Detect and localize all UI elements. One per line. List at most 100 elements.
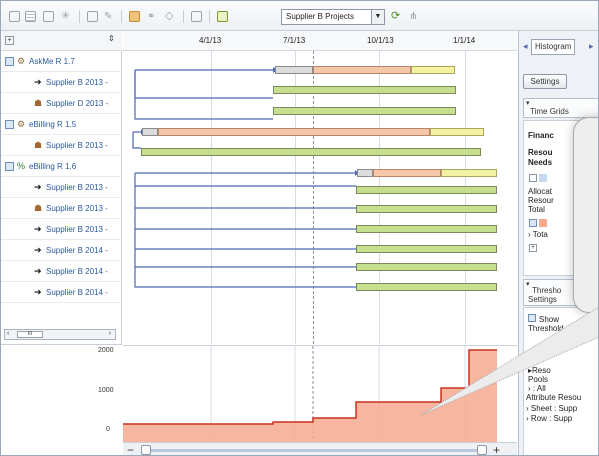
summary-bar-ebilling16-yellow[interactable]	[441, 169, 497, 177]
add-icon[interactable]: +	[529, 244, 537, 252]
tree-row[interactable]: ☗ Supplier B 2013 -	[1, 198, 122, 219]
tree-row[interactable]: ➔ Supplier B 2014 -	[1, 261, 122, 282]
histogram-left-blank	[1, 344, 122, 455]
tree-row[interactable]: ☗ Supplier B 2013 -	[1, 135, 122, 156]
summary-bar-ebilling15-salmon[interactable]	[158, 128, 430, 136]
hierarchy-icon[interactable]: ⋔	[409, 11, 420, 22]
tree-row[interactable]: ➔ Supplier B 2013 -	[1, 177, 122, 198]
arrow-icon: ➔	[34, 182, 42, 192]
slider-handle-left[interactable]	[141, 445, 151, 455]
diamond-icon[interactable]: ◇	[165, 11, 176, 22]
attribute-label: Attribute Resou	[526, 393, 582, 402]
resource-needs-label-2: Needs	[528, 158, 553, 167]
tree-row[interactable]: ⚙ AskMe R 1.7	[1, 51, 122, 72]
resource-needs-label: Resou	[528, 148, 553, 157]
task-bar[interactable]	[356, 186, 497, 194]
legend-swatch-grey[interactable]	[529, 174, 537, 182]
arrow-icon: ➔	[34, 224, 42, 234]
summary-bar-ebilling15-yellow[interactable]	[430, 128, 484, 136]
task-bar[interactable]	[273, 86, 456, 94]
allocated-label-3: Total	[528, 205, 545, 214]
collapse-icon[interactable]: ▾	[526, 280, 530, 288]
view-link[interactable]: › Vi	[528, 350, 540, 359]
sheet-label: › Sheet : Supp	[526, 404, 578, 413]
tree-row[interactable]: ➔ Supplier B 2013 -	[1, 219, 122, 240]
summary-bar-askme-yellow[interactable]	[411, 66, 455, 74]
show-threshold-checkbox[interactable]	[528, 314, 536, 322]
tab-histogram[interactable]: Histogram	[531, 39, 576, 55]
tab-scroll-left-icon[interactable]: ◂	[523, 41, 528, 52]
total-link[interactable]: › Tota	[528, 230, 548, 239]
tree-row-label: Supplier B 2014 -	[46, 288, 108, 297]
settings-button[interactable]: Settings	[523, 74, 567, 89]
histogram-y-tick: 1000	[98, 387, 114, 394]
tree-row-label: Supplier D 2013 -	[46, 99, 109, 108]
financial-label: Financ	[528, 131, 554, 140]
histogram-y-tick: 0	[106, 426, 110, 433]
scroll-thumb[interactable]: III	[17, 331, 43, 338]
scroll-thumb-label: III	[27, 331, 33, 337]
summary-bar-ebilling15[interactable]	[142, 128, 158, 136]
worker-icon: ☗	[34, 140, 43, 150]
tree-row-label: Supplier B 2013 -	[46, 204, 108, 213]
task-bar[interactable]	[141, 148, 481, 156]
grid-icon[interactable]	[25, 11, 36, 22]
row-checkbox[interactable]	[5, 57, 14, 66]
task-bar[interactable]	[356, 245, 497, 253]
horizontal-scrollbar[interactable]: ‹ III ›	[4, 329, 116, 340]
brush-icon[interactable]: ✎	[104, 11, 115, 22]
sort-icon[interactable]: ⇕	[108, 34, 115, 43]
tree-row[interactable]: % eBilling R 1.6	[1, 156, 122, 177]
summary-bar-askme-salmon[interactable]	[313, 66, 411, 74]
task-bar[interactable]	[356, 263, 497, 271]
task-bar[interactable]	[356, 225, 497, 233]
zoom-slider[interactable]: − +	[123, 442, 517, 455]
task-bar[interactable]	[356, 205, 497, 213]
columns-icon[interactable]	[87, 11, 98, 22]
time-grids-header[interactable]: ▾ Time Grids	[523, 98, 598, 118]
tree-row-label: eBilling R 1.5	[29, 120, 77, 129]
toolbar: ✳ ✎ ⚭ ◇ Supplier B Projects ▼ ⟳ ⋔	[1, 1, 598, 31]
row-checkbox[interactable]	[5, 120, 14, 129]
zoom-in-button[interactable]: +	[493, 443, 500, 455]
dependency-line	[134, 70, 273, 120]
tree-row[interactable]: ☗ Supplier D 2013 -	[1, 93, 122, 114]
highlight-icon[interactable]	[129, 11, 140, 22]
tab-scroll-right-icon[interactable]: ▸	[589, 41, 594, 52]
row-label: › Row : Supp	[526, 414, 573, 423]
tree-row[interactable]: ➔ Supplier B 2013 -	[1, 72, 122, 93]
tree-header: + ⇕	[1, 31, 122, 51]
slider-handle-right[interactable]	[477, 445, 487, 455]
dependency-line	[134, 70, 273, 99]
filter-icon[interactable]	[217, 11, 228, 22]
tree-row[interactable]: ⚙ eBilling R 1.5	[1, 114, 122, 135]
summary-bar-ebilling16[interactable]	[357, 169, 373, 177]
scroll-left-icon[interactable]: ‹	[7, 330, 9, 337]
allocated-label: Allocat	[528, 187, 553, 196]
scroll-right-icon[interactable]: ›	[109, 330, 111, 337]
zoom-out-button[interactable]: −	[127, 443, 134, 455]
summary-bar-askme[interactable]	[275, 66, 313, 74]
page-icon[interactable]	[191, 11, 202, 22]
chart-icon[interactable]	[43, 11, 54, 22]
resource-pools-label-2: Pools	[528, 375, 549, 384]
star-icon[interactable]: ✳	[61, 11, 72, 22]
summary-bar-ebilling16-salmon[interactable]	[373, 169, 441, 177]
row-checkbox[interactable]	[5, 162, 14, 171]
collapse-icon[interactable]: ▾	[526, 99, 530, 107]
refresh-icon[interactable]: ⟳	[391, 11, 402, 22]
task-bar[interactable]	[356, 283, 497, 291]
tree-row[interactable]: ➔ Supplier B 2014 -	[1, 240, 122, 261]
tab-histogram-label: Histogram	[535, 42, 572, 51]
expand-all-icon[interactable]: +	[5, 36, 14, 45]
chevron-down-icon[interactable]: ▼	[371, 10, 384, 24]
link-icon[interactable]: ⚭	[147, 11, 158, 22]
project-select[interactable]: Supplier B Projects ▼	[281, 9, 385, 25]
package-icon: ⚙	[17, 119, 26, 129]
tree-row-label: Supplier B 2013 -	[46, 225, 108, 234]
task-bar[interactable]	[273, 107, 456, 115]
indent-icon[interactable]	[9, 11, 20, 22]
slider-track[interactable]	[141, 449, 481, 452]
tree-row[interactable]: ➔ Supplier B 2014 -	[1, 282, 122, 303]
legend-checkbox[interactable]	[529, 219, 537, 227]
